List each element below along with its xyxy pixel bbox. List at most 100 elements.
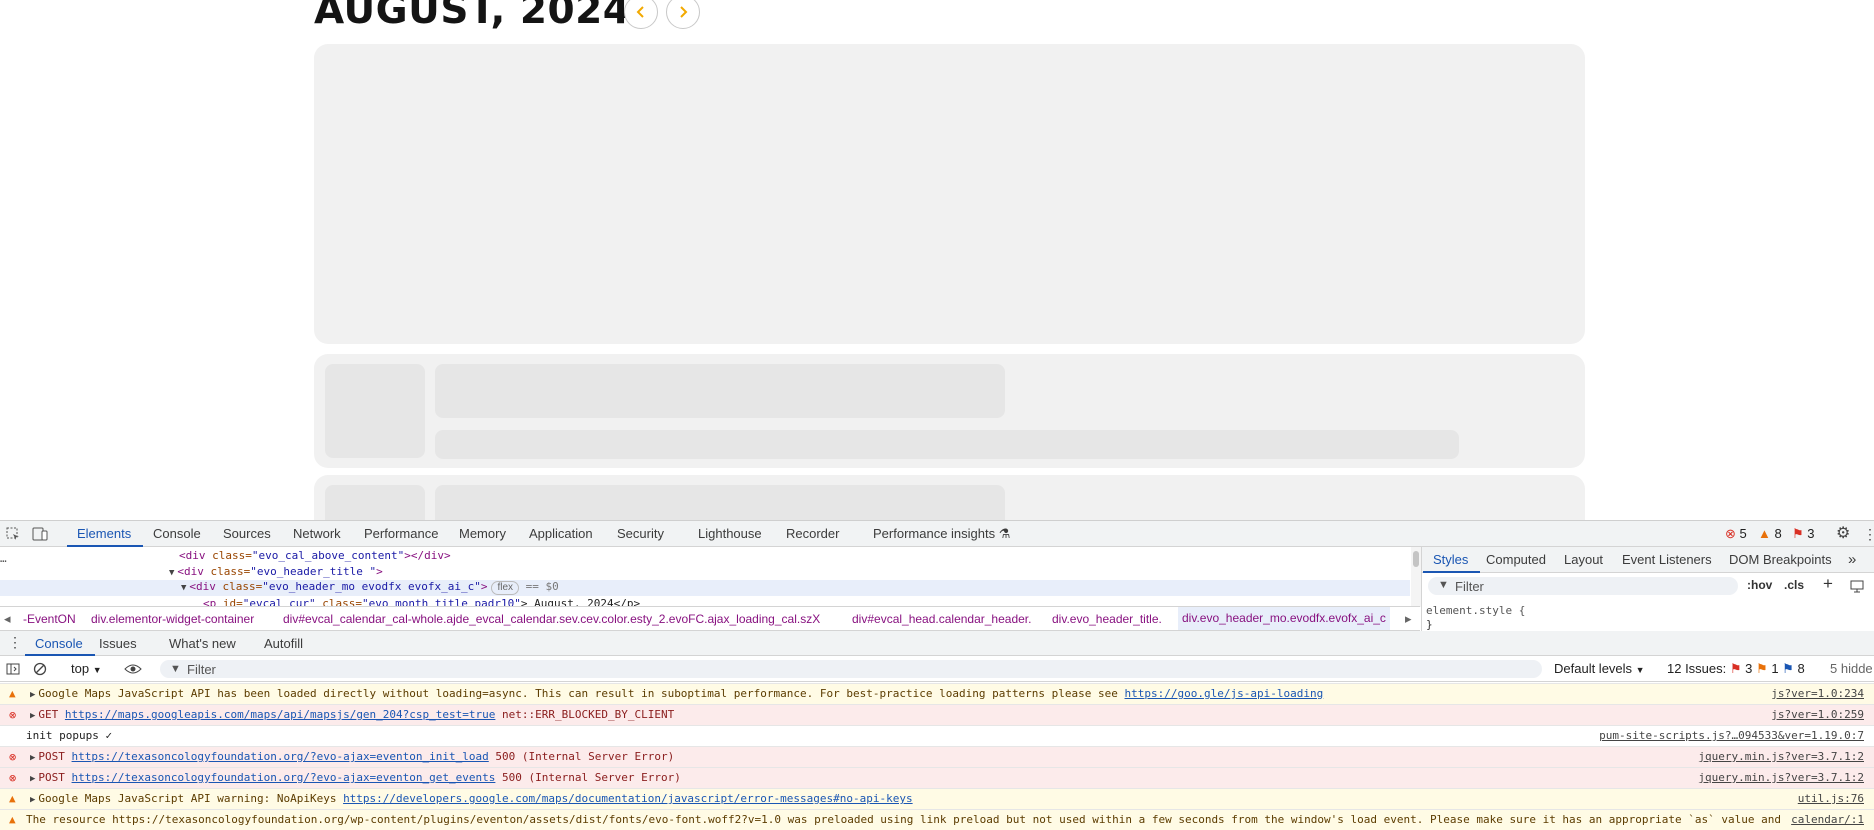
- error-count[interactable]: ⊗ 5: [1725, 521, 1747, 547]
- tab-performance-insights-label: Performance insights: [873, 526, 996, 541]
- dom-node[interactable]: <p id="evcal_cur" class="evo_month_title…: [203, 597, 640, 606]
- scroll-right-icon[interactable]: ▸: [1405, 611, 1412, 627]
- dom-node[interactable]: ▼ <div class="evo_header_title ">: [169, 565, 383, 578]
- tab-application[interactable]: Application: [529, 521, 593, 547]
- scroll-left-icon[interactable]: ◂: [4, 611, 11, 627]
- devtools-toolbar: Elements Console Sources Network Perform…: [0, 521, 1874, 547]
- drawer-tab-whats-new[interactable]: What's new: [169, 631, 236, 656]
- issues-summary[interactable]: 12 Issues: ⚑ 3 ⚑ 1 ⚑ 8: [1667, 661, 1805, 677]
- live-expression-eye-icon[interactable]: [124, 663, 142, 675]
- console-filter-input[interactable]: ▼ Filter: [160, 660, 1542, 678]
- console-message-link[interactable]: https://texasoncologyfoundation.org/?evo…: [72, 771, 496, 784]
- tab-network[interactable]: Network: [293, 521, 341, 547]
- log-levels-dropdown[interactable]: Default levels ▼: [1554, 661, 1645, 676]
- tab-lighthouse[interactable]: Lighthouse: [698, 521, 762, 547]
- inspect-element-icon[interactable]: [6, 527, 20, 541]
- new-style-rule-icon[interactable]: +: [1823, 574, 1833, 594]
- console-message[interactable]: ⊗ ▶ POST https://texasoncologyfoundation.o…: [0, 746, 1874, 767]
- issue-count[interactable]: ⚑ 3: [1792, 521, 1815, 547]
- console-message-body: The resource https://texasoncologyfounda…: [26, 813, 1801, 826]
- issue-info-count: 8: [1797, 661, 1805, 676]
- breadcrumb-item-active[interactable]: div.evo_header_mo.evodfx.evofx_ai_c: [1178, 607, 1390, 630]
- console-message[interactable]: ⊗ ▶ POST https://texasoncologyfoundation.o…: [0, 767, 1874, 788]
- warning-count-value: 8: [1774, 526, 1782, 541]
- console-message-suffix: 500 (Internal Server Error): [495, 771, 681, 784]
- tab-styles[interactable]: Styles: [1422, 547, 1481, 573]
- drawer-menu-icon[interactable]: ⋮: [8, 634, 22, 651]
- drawer-tab-autofill[interactable]: Autofill: [264, 631, 303, 656]
- console-source-link[interactable]: calendar/:1: [1785, 810, 1864, 830]
- console-message[interactable]: init popups ✓ pum-site-scripts.js?…094533…: [0, 725, 1874, 746]
- more-options-icon[interactable]: ⋮: [1863, 521, 1874, 547]
- expand-arrow-icon[interactable]: ▶: [30, 685, 35, 705]
- console-source-link[interactable]: js?ver=1.0:259: [1765, 705, 1864, 725]
- next-month-button[interactable]: [666, 0, 700, 29]
- console-source-link[interactable]: js?ver=1.0:234: [1765, 684, 1864, 704]
- error-icon: ⊗: [1725, 526, 1736, 541]
- warning-icon: ▲: [9, 813, 16, 826]
- console-filter-placeholder: Filter: [187, 662, 216, 677]
- console-message-text: init popups ✓: [26, 726, 112, 746]
- event-skeleton-thumb: [325, 364, 425, 458]
- warning-count[interactable]: ▲ 8: [1758, 521, 1782, 547]
- computed-sidebar-icon[interactable]: [1850, 580, 1864, 593]
- prev-month-button[interactable]: [624, 0, 658, 29]
- console-message-text: ▶ POST https://texasoncologyfoundation.or…: [30, 768, 681, 789]
- tab-performance[interactable]: Performance: [364, 521, 438, 547]
- drawer-tab-issues[interactable]: Issues: [99, 631, 137, 656]
- console-message-link[interactable]: https://goo.gle/js-api-loading: [1125, 687, 1324, 700]
- tab-layout[interactable]: Layout: [1564, 547, 1603, 573]
- console-message[interactable]: ▲ ▶ Google Maps JavaScript API warning: No…: [0, 788, 1874, 809]
- more-tabs-icon[interactable]: »: [1848, 547, 1856, 573]
- tab-elements[interactable]: Elements: [66, 521, 144, 547]
- tab-sources[interactable]: Sources: [223, 521, 271, 547]
- tab-computed[interactable]: Computed: [1486, 547, 1546, 573]
- console-message-body: Google Maps JavaScript API warning: NoAp…: [38, 792, 344, 805]
- console-source-link[interactable]: jquery.min.js?ver=3.7.1:2: [1692, 768, 1864, 788]
- console-message-link[interactable]: https://developers.google.com/maps/docum…: [343, 792, 913, 805]
- console-message[interactable]: ⊗ ▶ GET https://maps.googleapis.com/maps/a…: [0, 704, 1874, 725]
- tab-console[interactable]: Console: [153, 521, 201, 547]
- breadcrumb-item[interactable]: div.elementor-widget-container: [91, 612, 254, 626]
- tab-security[interactable]: Security: [617, 521, 664, 547]
- sidebar-toggle-icon[interactable]: [6, 663, 20, 675]
- breadcrumb-item[interactable]: div#evcal_head.calendar_header.: [852, 612, 1031, 626]
- drawer-tab-console[interactable]: Console: [25, 631, 95, 656]
- issue-flag-icon: ⚑: [1792, 526, 1804, 541]
- elements-scrollbar[interactable]: [1411, 547, 1421, 607]
- console-message[interactable]: ▲ ▶ Google Maps JavaScript API has been lo…: [0, 683, 1874, 704]
- console-source-link[interactable]: jquery.min.js?ver=3.7.1:2: [1692, 747, 1864, 767]
- tab-performance-insights[interactable]: Performance insights ⚗: [873, 521, 1010, 547]
- cls-toggle[interactable]: .cls: [1784, 578, 1804, 592]
- console-message[interactable]: ▲ The resource https://texasoncologyfound…: [0, 809, 1874, 830]
- flex-badge: flex: [491, 581, 520, 595]
- tab-recorder[interactable]: Recorder: [786, 521, 839, 547]
- tab-dom-breakpoints[interactable]: DOM Breakpoints: [1729, 547, 1832, 573]
- chevron-right-icon: [680, 6, 688, 18]
- event-skeleton: [314, 354, 1585, 468]
- expand-arrow-icon[interactable]: ▶: [30, 706, 35, 726]
- breadcrumb-item[interactable]: -EventON: [23, 612, 76, 626]
- console-source-link[interactable]: pum-site-scripts.js?…094533&ver=1.19.0:7: [1593, 726, 1864, 746]
- expand-arrow-icon[interactable]: ▶: [30, 769, 35, 789]
- breadcrumb-item[interactable]: div.evo_header_title.: [1052, 612, 1162, 626]
- breadcrumb-item[interactable]: div#evcal_calendar_cal-whole.ajde_evcal_…: [283, 612, 820, 626]
- console-message-link[interactable]: https://texasoncologyfoundation.org/?evo…: [72, 750, 489, 763]
- styles-filter-input[interactable]: ▼ Filter: [1428, 577, 1738, 595]
- device-toolbar-icon[interactable]: [32, 527, 48, 541]
- console-source-link[interactable]: util.js:76: [1791, 789, 1864, 809]
- dom-node[interactable]: <div class="evo_cal_above_content"></div…: [179, 549, 451, 562]
- tab-memory[interactable]: Memory: [459, 521, 506, 547]
- expand-arrow-icon[interactable]: ▶: [30, 790, 35, 810]
- expand-arrow-icon[interactable]: ▶: [30, 748, 35, 768]
- hov-toggle[interactable]: :hov: [1747, 578, 1772, 592]
- element-style-rule[interactable]: element.style {: [1426, 604, 1525, 617]
- clear-console-icon[interactable]: [33, 662, 47, 676]
- hidden-count: 5 hidde: [1830, 661, 1873, 676]
- dom-node-selected[interactable]: ▼ <div class="evo_header_mo evodfx evofx_…: [0, 580, 1410, 596]
- context-selector[interactable]: top ▼: [71, 661, 102, 676]
- settings-gear-icon[interactable]: ⚙: [1836, 521, 1850, 547]
- console-message-link[interactable]: https://maps.googleapis.com/maps/api/map…: [65, 708, 495, 721]
- dom-ellipsis[interactable]: …: [0, 552, 7, 565]
- tab-event-listeners[interactable]: Event Listeners: [1622, 547, 1712, 573]
